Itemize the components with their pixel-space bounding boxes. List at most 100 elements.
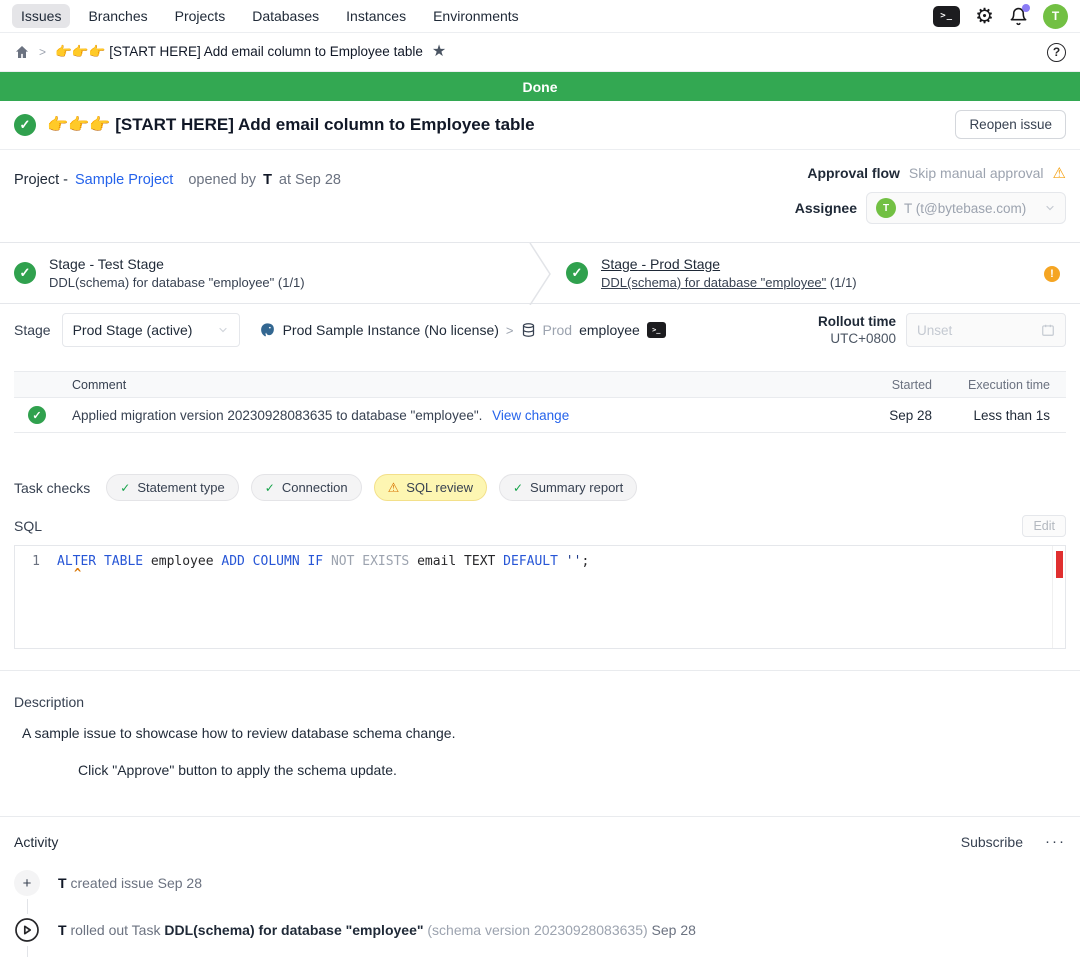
opened-by-prefix: opened by <box>188 172 256 188</box>
assignee-value: T (t@bytebase.com) <box>904 201 1036 216</box>
nav-item-issues[interactable]: Issues <box>12 4 70 28</box>
project-link[interactable]: Sample Project <box>75 172 173 188</box>
assignee-select[interactable]: T T (t@bytebase.com) <box>866 192 1066 224</box>
nav-item-branches[interactable]: Branches <box>79 4 156 28</box>
editor-scrollbar[interactable] <box>1052 546 1065 648</box>
check-pass-icon: ✓ <box>265 481 275 495</box>
stage-prod[interactable]: ✓ Stage - Prod Stage DDL(schema) for dat… <box>552 243 1080 303</box>
approval-warning-icon[interactable]: ⚠ <box>1053 166 1066 181</box>
stage-prod-subtitle-link[interactable]: DDL(schema) for database "employee" <box>601 275 826 290</box>
stage-separator-chevron <box>528 243 552 303</box>
bell-icon[interactable] <box>1009 7 1028 26</box>
nav-item-environments[interactable]: Environments <box>424 4 528 28</box>
database-name[interactable]: employee <box>579 322 640 338</box>
check-warning-icon: ⚠ <box>388 480 400 496</box>
check-sql-review[interactable]: ⚠ SQL review <box>374 474 487 501</box>
nav-right: >_ ⚙ T <box>933 4 1068 29</box>
project-label: Project - <box>14 172 68 188</box>
sql-editor[interactable]: 1 ALTER TABLE employee ADD COLUMN IF NOT… <box>14 545 1066 649</box>
stage-toolbar: Stage Prod Stage (active) Prod Sample In… <box>0 304 1080 356</box>
nav-item-databases[interactable]: Databases <box>243 4 328 28</box>
play-circle-icon <box>14 917 40 943</box>
task-run-table: Comment Started Execution time ✓ Applied… <box>14 371 1066 433</box>
activity-user: T <box>58 875 67 891</box>
home-icon[interactable] <box>14 44 30 60</box>
help-icon[interactable]: ? <box>1047 43 1066 62</box>
stage-select-label: Stage <box>14 322 51 338</box>
status-banner-text: Done <box>523 79 558 95</box>
nav-item-projects[interactable]: Projects <box>166 4 235 28</box>
approval-flow-label: Approval flow <box>807 165 900 181</box>
description-line-2: Click "Approve" button to apply the sche… <box>78 762 1066 778</box>
issue-meta: Project - Sample Project opened by T at … <box>0 150 1080 242</box>
star-icon[interactable]: ★ <box>432 44 446 60</box>
row-comment: Applied migration version 20230928083635… <box>72 408 482 423</box>
stage-prod-title[interactable]: Stage - Prod Stage <box>601 256 857 272</box>
postgres-icon <box>259 322 276 339</box>
instance-name[interactable]: Prod Sample Instance (No license) <box>283 322 499 338</box>
gear-icon[interactable]: ⚙ <box>975 6 994 27</box>
description-section: Description A sample issue to showcase h… <box>0 671 1080 778</box>
check-label: Statement type <box>137 480 224 495</box>
check-summary-report[interactable]: ✓ Summary report <box>499 474 637 501</box>
check-pass-icon: ✓ <box>513 481 523 495</box>
user-avatar[interactable]: T <box>1043 4 1068 29</box>
reopen-issue-button[interactable]: Reopen issue <box>955 110 1066 139</box>
activity-section: Activity Subscribe ··· + T created issue… <box>0 817 1080 957</box>
view-change-link[interactable]: View change <box>492 408 569 423</box>
check-connection[interactable]: ✓ Connection <box>251 474 362 501</box>
approval-flow-row: Approval flow Skip manual approval ⚠ <box>807 165 1066 181</box>
activity-meta: (schema version 20230928083635) <box>427 922 647 938</box>
sql-edit-button[interactable]: Edit <box>1022 515 1066 537</box>
stage-alert-icon[interactable]: ! <box>1044 266 1060 282</box>
activity-task: DDL(schema) for database "employee" <box>164 922 423 938</box>
issue-meta-right: Approval flow Skip manual approval ⚠ Ass… <box>795 165 1066 224</box>
calendar-icon <box>1041 323 1055 337</box>
nav-item-instances[interactable]: Instances <box>337 4 415 28</box>
approval-flow-value: Skip manual approval <box>909 165 1044 181</box>
task-checks-label: Task checks <box>14 480 90 496</box>
sql-editor-icon[interactable]: >_ <box>933 6 960 27</box>
breadcrumb: > 👉👉👉 [START HERE] Add email column to E… <box>0 33 1080 72</box>
table-row[interactable]: ✓ Applied migration version 202309280836… <box>14 398 1066 433</box>
database-environment: Prod <box>543 322 573 338</box>
stage-prod-subtitle-count: (1/1) <box>830 275 857 290</box>
stage-test[interactable]: ✓ Stage - Test Stage DDL(schema) for dat… <box>0 243 528 303</box>
rollout-time-block: Rollout time UTC+0800 Unset <box>818 313 1066 347</box>
issue-title-row: ✓ 👉👉👉 [START HERE] Add email column to E… <box>0 101 1080 150</box>
activity-text: created issue Sep 28 <box>70 875 202 891</box>
activity-heading: Activity <box>14 834 58 850</box>
list-item: + T created issue Sep 28 <box>14 870 1066 896</box>
list-item: T rolled out Task DDL(schema) for databa… <box>14 917 1066 943</box>
stage-band: ✓ Stage - Test Stage DDL(schema) for dat… <box>0 242 1080 304</box>
header-started: Started <box>877 378 932 392</box>
stage-test-check-icon: ✓ <box>14 262 36 284</box>
rollout-timezone: UTC+0800 <box>830 331 896 346</box>
row-execution-time: Less than 1s <box>950 408 1050 423</box>
opened-by-suffix: at Sep 28 <box>279 172 341 188</box>
opened-by-user: T <box>263 172 272 188</box>
sql-section-header: SQL Edit <box>0 515 1080 537</box>
breadcrumb-title[interactable]: 👉👉👉 [START HERE] Add email column to Emp… <box>55 44 423 60</box>
rollout-time-label: Rollout time <box>818 314 896 329</box>
task-checks: Task checks ✓ Statement type ✓ Connectio… <box>0 474 1080 501</box>
issue-done-icon: ✓ <box>14 114 36 136</box>
assignee-row: Assignee T T (t@bytebase.com) <box>795 192 1066 224</box>
stage-prod-check-icon: ✓ <box>566 262 588 284</box>
assignee-avatar: T <box>876 198 896 218</box>
header-comment: Comment <box>72 378 877 392</box>
subscribe-button[interactable]: Subscribe <box>961 834 1023 850</box>
stage-test-title: Stage - Test Stage <box>49 256 305 272</box>
stage-select-value: Prod Stage (active) <box>73 322 193 338</box>
open-sql-editor-icon[interactable]: >_ <box>647 322 666 338</box>
row-started: Sep 28 <box>877 408 932 423</box>
breadcrumb-separator: > <box>39 45 46 59</box>
nav-items: Issues Branches Projects Databases Insta… <box>12 4 528 28</box>
stage-select[interactable]: Prod Stage (active) <box>62 313 240 347</box>
status-banner: Done <box>0 72 1080 101</box>
more-menu-icon[interactable]: ··· <box>1045 833 1066 850</box>
rollout-time-input[interactable]: Unset <box>906 313 1066 347</box>
activity-user: T <box>58 922 67 938</box>
check-statement-type[interactable]: ✓ Statement type <box>106 474 239 501</box>
check-pass-icon: ✓ <box>120 481 130 495</box>
